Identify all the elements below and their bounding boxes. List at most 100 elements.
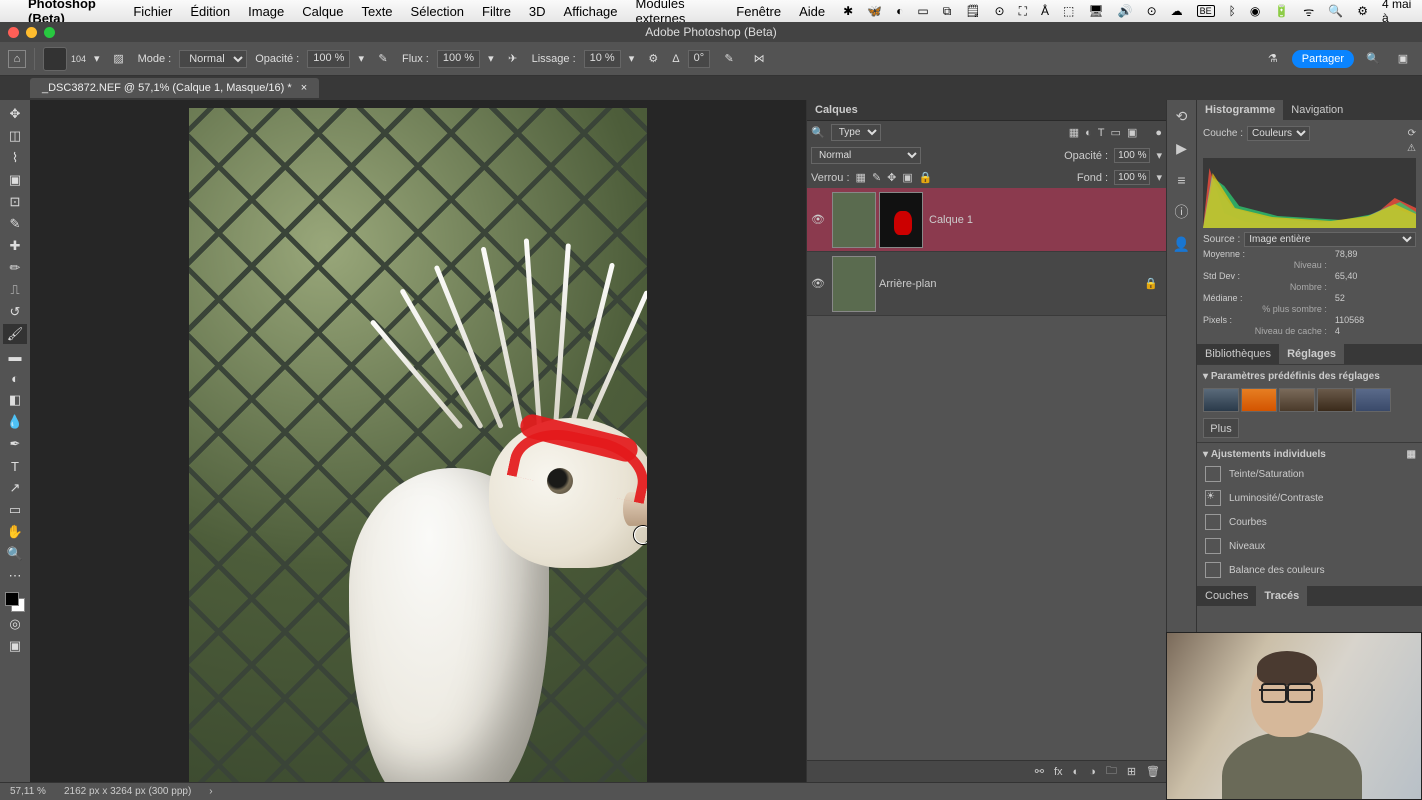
menubar-icon[interactable]: ⊙ [995, 4, 1005, 18]
chevron-down-icon[interactable]: ▾ [1156, 149, 1162, 162]
lock-icon[interactable]: 🔒 [1144, 277, 1158, 290]
traces-tab[interactable]: Tracés [1256, 586, 1307, 606]
menu-fichier[interactable]: Fichier [133, 4, 172, 19]
menu-calque[interactable]: Calque [302, 4, 343, 19]
gear-icon[interactable]: ⚙ [642, 48, 664, 70]
layer-thumbnail[interactable] [832, 192, 876, 248]
chevron-down-icon[interactable]: ▾ [1203, 449, 1208, 460]
layer-row[interactable]: 👁 Arrière-plan 🔒 [807, 252, 1166, 316]
pen-tool[interactable]: ✒ [3, 434, 27, 454]
visibility-toggle[interactable]: 👁 [807, 213, 829, 226]
menu-aide[interactable]: Aide [799, 4, 825, 19]
adjustment-item[interactable]: Courbes [1203, 510, 1416, 534]
chevron-down-icon[interactable]: ▾ [358, 52, 364, 65]
path-tool[interactable]: ↗ [3, 478, 27, 498]
filter-smart-icon[interactable]: ▣ [1127, 126, 1137, 139]
visibility-toggle[interactable]: 👁 [807, 277, 829, 290]
histogram-tab[interactable]: Histogramme [1197, 100, 1283, 120]
layers-tab[interactable]: Calques [807, 100, 1166, 121]
pressure-opacity-icon[interactable]: ✎ [372, 48, 394, 70]
filter-pixel-icon[interactable]: ▦ [1069, 126, 1079, 139]
menu-affichage[interactable]: Affichage [564, 4, 618, 19]
search-icon[interactable]: 🔍 [811, 126, 825, 139]
battery-icon[interactable]: 🔋 [1274, 4, 1289, 18]
rail-icon[interactable]: ▶ [1172, 138, 1192, 158]
chevron-down-icon[interactable]: ▾ [1203, 371, 1208, 382]
chevron-right-icon[interactable]: › [209, 786, 212, 797]
blur-tool[interactable]: 💧 [3, 412, 27, 432]
layer-mask-icon[interactable]: ◐ [1073, 766, 1080, 778]
minimize-window-button[interactable] [26, 27, 37, 38]
preset-thumb[interactable] [1203, 388, 1239, 412]
rail-icon[interactable]: 👤 [1172, 234, 1192, 254]
layer-name[interactable]: Calque 1 [929, 214, 973, 226]
navigation-tab[interactable]: Navigation [1283, 100, 1351, 120]
search-icon[interactable]: 🔍 [1362, 48, 1384, 70]
home-button[interactable]: ⌂ [8, 50, 26, 68]
brush-tool[interactable]: 🖌 [3, 324, 27, 344]
hand-tool[interactable]: ✋ [3, 522, 27, 542]
link-layers-icon[interactable]: ⚯ [1035, 765, 1044, 778]
zoom-tool[interactable]: 🔍 [3, 544, 27, 564]
menubar-icon[interactable]: BE [1197, 5, 1215, 17]
menubar-icon[interactable]: ⧉ [943, 4, 952, 19]
dodge-tool[interactable]: ◐ [3, 368, 27, 388]
menu-selection[interactable]: Sélection [411, 4, 464, 19]
adjust-layer-icon[interactable]: ◑ [1089, 766, 1096, 778]
menubar-icon[interactable]: ⊙ [1147, 4, 1157, 18]
filter-type-select[interactable]: Type [831, 124, 881, 141]
menubar-icon[interactable]: ☁ [1171, 4, 1183, 18]
pencil-tool[interactable]: ✏ [3, 258, 27, 278]
layer-blend-mode[interactable]: Normal [811, 147, 921, 164]
close-window-button[interactable] [8, 27, 19, 38]
doc-dimensions[interactable]: 2162 px x 3264 px (300 ppp) [64, 786, 191, 797]
opacity-value[interactable]: 100 % [307, 50, 350, 68]
airbrush-icon[interactable]: ✈ [502, 48, 524, 70]
rail-icon[interactable]: ⓘ [1172, 202, 1192, 222]
chevron-down-icon[interactable]: ▾ [629, 52, 635, 65]
folder-icon[interactable]: 🗀 [1106, 762, 1117, 781]
menubar-icon[interactable]: ⬚ [1063, 4, 1074, 18]
preset-thumb[interactable] [1279, 388, 1315, 412]
menubar-icon[interactable]: 🔊 [1118, 4, 1133, 18]
menubar-icon[interactable]: 🖥 [1088, 4, 1103, 18]
rail-icon[interactable]: ≡ [1172, 170, 1192, 190]
warning-icon[interactable]: ⚠ [1407, 143, 1416, 154]
pressure-size-icon[interactable]: ✎ [718, 48, 740, 70]
filter-shape-icon[interactable]: ▭ [1111, 126, 1121, 139]
menubar-icon[interactable]: 🗒 [965, 4, 980, 18]
crop-tool[interactable]: ▣ [3, 170, 27, 190]
adjustment-item[interactable]: ☀Luminosité/Contraste [1203, 486, 1416, 510]
preset-thumb[interactable] [1317, 388, 1353, 412]
blend-mode-select[interactable]: Normal [179, 50, 247, 68]
share-button[interactable]: Partager [1292, 50, 1354, 68]
workspace-icon[interactable]: ▣ [1392, 48, 1414, 70]
lock-artboard-icon[interactable]: ▣ [902, 171, 912, 184]
layer-thumbnail[interactable] [832, 256, 876, 312]
clone-stamp-tool[interactable]: ⎍ [3, 280, 27, 300]
filter-toggle[interactable]: ● [1155, 127, 1162, 139]
eraser-tool[interactable]: ◧ [3, 390, 27, 410]
filter-type-icon[interactable]: T [1098, 127, 1105, 139]
adjustment-item[interactable]: Balance des couleurs [1203, 558, 1416, 582]
menubar-icon[interactable]: 🦋 [867, 4, 882, 18]
frame-tool[interactable]: ⊡ [3, 192, 27, 212]
fill-value[interactable]: 100 % [1114, 170, 1150, 185]
wifi-icon[interactable]: ᯤ [1303, 3, 1314, 20]
menubar-icon[interactable]: ◉ [1250, 4, 1260, 18]
lasso-tool[interactable]: ⌇ [3, 148, 27, 168]
menubar-icon[interactable]: ◐ [896, 4, 903, 18]
zoom-window-button[interactable] [44, 27, 55, 38]
menu-edition[interactable]: Édition [190, 4, 230, 19]
bibliotheques-tab[interactable]: Bibliothèques [1197, 344, 1279, 364]
reglages-tab[interactable]: Réglages [1279, 344, 1344, 364]
edit-toolbar[interactable]: ⋯ [3, 566, 27, 586]
refresh-icon[interactable]: ⟳ [1408, 128, 1416, 139]
type-tool[interactable]: T [3, 456, 27, 476]
menubar-icon[interactable]: ✱ [843, 4, 853, 18]
lissage-value[interactable]: 10 % [584, 50, 621, 68]
zoom-level[interactable]: 57,11 % [10, 786, 46, 797]
preset-thumb[interactable] [1241, 388, 1277, 412]
menu-3d[interactable]: 3D [529, 4, 546, 19]
chevron-down-icon[interactable]: ▾ [94, 52, 100, 65]
